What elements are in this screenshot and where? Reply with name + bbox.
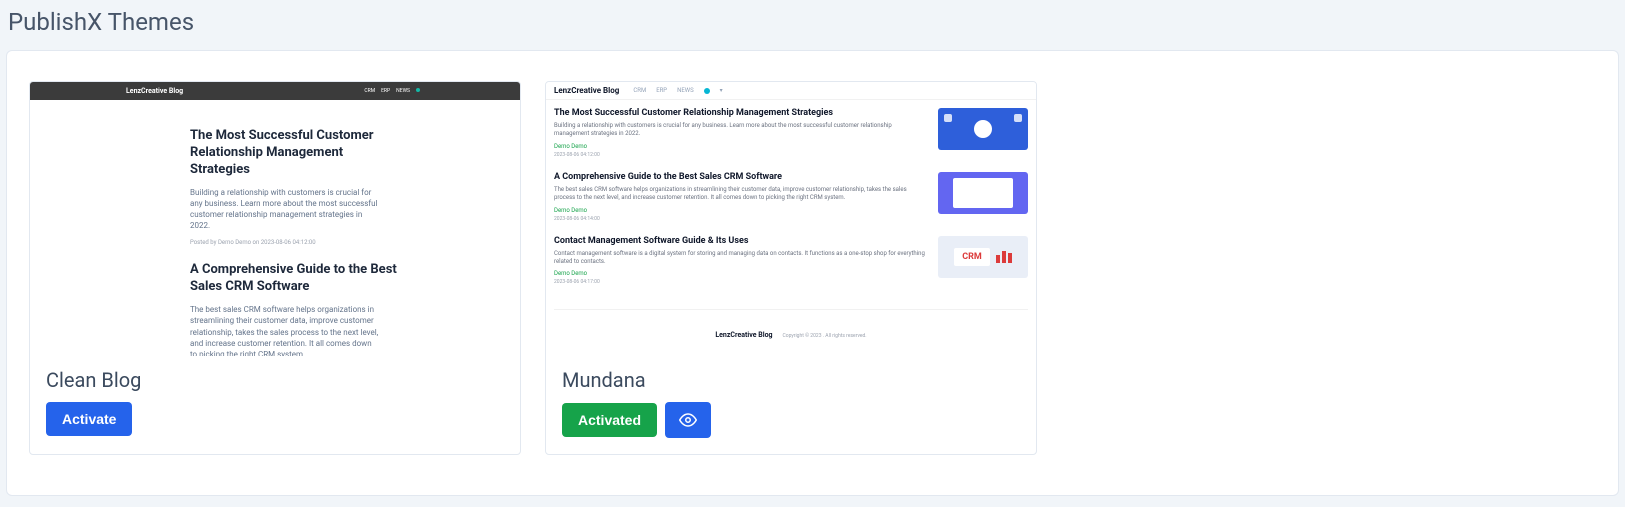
article-author: Demo Demo (554, 143, 928, 150)
preview-header: LenzCreative Blog CRM ERP NEWS (30, 82, 520, 100)
article-thumbnail (938, 108, 1028, 150)
nav-item: ERP (656, 87, 667, 94)
article-title: A Comprehensive Guide to the Best Sales … (190, 262, 400, 296)
article-title: The Most Successful Customer Relationshi… (554, 108, 928, 118)
chevron-down-icon: ▾ (720, 87, 723, 94)
page-title: PublishX Themes (8, 8, 1619, 36)
article-thumbnail: CRM (938, 236, 1028, 278)
themes-panel: LenzCreative Blog CRM ERP NEWS The Most … (6, 50, 1619, 496)
article-date: 2023-08-06 04:17:00 (554, 279, 928, 285)
dot-icon (416, 88, 420, 92)
activate-button[interactable]: Activate (46, 402, 132, 436)
theme-card-body: Mundana Activated (546, 356, 1036, 454)
article-title: Contact Management Software Guide & Its … (554, 236, 928, 246)
preview-article: Contact Management Software Guide & Its … (554, 236, 1028, 292)
article-author: Demo Demo (554, 270, 928, 277)
eye-icon (679, 411, 697, 429)
nav-item: NEWS (396, 88, 410, 94)
article-excerpt: The best sales CRM software helps organi… (190, 304, 380, 356)
nav-item: CRM (633, 87, 646, 94)
theme-card-clean-blog: LenzCreative Blog CRM ERP NEWS The Most … (29, 81, 521, 455)
theme-card-mundana: LenzCreative Blog CRM ERP NEWS ▾ The Mos… (545, 81, 1037, 455)
preview-body: The Most Successful Customer Relationshi… (30, 100, 520, 356)
preview-body: The Most Successful Customer Relationshi… (546, 100, 1036, 356)
footer-brand: LenzCreative Blog (715, 331, 772, 339)
preview-article: A Comprehensive Guide to the Best Sales … (554, 172, 1028, 228)
preview-button[interactable] (665, 402, 711, 438)
theme-card-body: Clean Blog Activate (30, 356, 520, 452)
article-excerpt: Contact management software is a digital… (554, 250, 928, 267)
preview-article: The Most Successful Customer Relationshi… (190, 128, 400, 246)
preview-article: The Most Successful Customer Relationshi… (554, 108, 1028, 164)
theme-preview-mundana: LenzCreative Blog CRM ERP NEWS ▾ The Mos… (546, 82, 1036, 356)
theme-name: Mundana (562, 368, 1020, 392)
preview-brand: LenzCreative Blog (126, 87, 183, 95)
article-date: 2023-08-06 04:14:00 (554, 216, 928, 222)
preview-header: LenzCreative Blog CRM ERP NEWS ▾ (546, 82, 1036, 100)
nav-item: CRM (364, 88, 375, 94)
article-excerpt: The best sales CRM software helps organi… (554, 186, 928, 203)
nav-item: NEWS (677, 87, 694, 94)
article-excerpt: Building a relationship with customers i… (554, 122, 928, 139)
article-date: 2023-08-06 04:12:00 (554, 152, 928, 158)
article-author: Demo Demo (554, 207, 928, 214)
theme-name: Clean Blog (46, 368, 504, 392)
activated-button[interactable]: Activated (562, 403, 657, 437)
article-excerpt: Building a relationship with customers i… (190, 187, 380, 232)
preview-nav: CRM ERP NEWS ▾ (633, 87, 722, 94)
nav-item: ERP (381, 88, 390, 94)
preview-article: A Comprehensive Guide to the Best Sales … (190, 262, 400, 356)
theme-preview-clean-blog: LenzCreative Blog CRM ERP NEWS The Most … (30, 82, 520, 356)
article-title: The Most Successful Customer Relationshi… (190, 128, 400, 179)
preview-nav: CRM ERP NEWS (364, 88, 420, 94)
dot-icon (704, 88, 710, 94)
preview-footer: LenzCreative Blog Copyright © 2023 . All… (554, 309, 1028, 353)
footer-copyright: Copyright © 2023 . All rights reserved. (783, 333, 867, 339)
crm-badge: CRM (954, 248, 990, 266)
article-title: A Comprehensive Guide to the Best Sales … (554, 172, 928, 182)
preview-brand: LenzCreative Blog (554, 86, 619, 95)
article-meta: Posted by Demo Demo on 2023-08-06 04:12:… (190, 239, 400, 246)
chart-icon (996, 251, 1012, 263)
article-thumbnail (938, 172, 1028, 214)
